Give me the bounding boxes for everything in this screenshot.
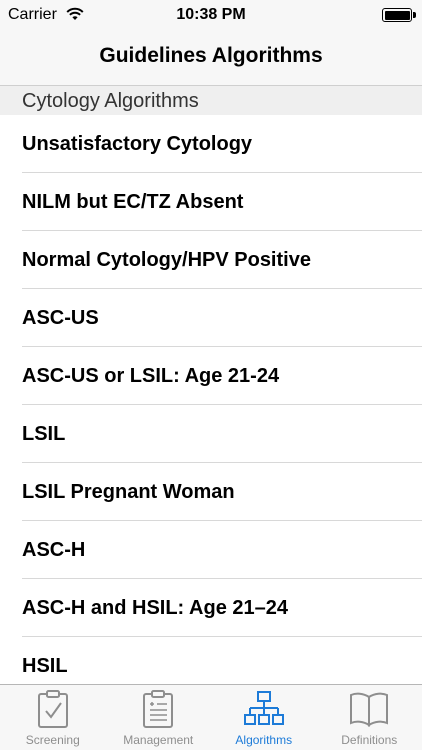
status-bar: Carrier 10:38 PM: [0, 0, 422, 30]
tab-label: Screening: [25, 733, 80, 747]
tab-label: Definitions: [341, 733, 398, 747]
status-time: 10:38 PM: [176, 6, 246, 23]
flowchart-icon: [243, 691, 284, 725]
tab-label: Management: [123, 733, 194, 747]
list-item[interactable]: ASC-H and HSIL: Age 21–24: [0, 579, 422, 637]
battery-icon: [382, 8, 416, 22]
list-item[interactable]: NILM but EC/TZ Absent: [0, 173, 422, 231]
list-item[interactable]: LSIL: [0, 405, 422, 463]
tab-definitions[interactable]: Definitions: [317, 685, 422, 750]
list-item[interactable]: Unsatisfactory Cytology: [0, 115, 422, 173]
list-item[interactable]: Normal Cytology/HPV Positive: [0, 231, 422, 289]
book-icon: [350, 692, 389, 727]
navigation-bar: Guidelines Algorithms: [0, 30, 422, 86]
list-item[interactable]: ASC-US: [0, 289, 422, 347]
algorithm-list[interactable]: Cytology Algorithms Unsatisfactory Cytol…: [0, 86, 422, 684]
list-item[interactable]: ASC-US or LSIL: Age 21-24: [0, 347, 422, 405]
tab-bar: Screening Management Algorithms Definiti…: [0, 684, 422, 750]
list-item[interactable]: ASC-H: [0, 521, 422, 579]
clipboard-check-icon: [37, 690, 68, 728]
tab-label: Algorithms: [235, 733, 293, 747]
section-header: Cytology Algorithms: [0, 86, 422, 115]
tab-algorithms[interactable]: Algorithms: [211, 685, 317, 750]
clipboard-list-icon: [143, 690, 174, 728]
tab-screening[interactable]: Screening: [0, 685, 106, 750]
list-item[interactable]: LSIL Pregnant Woman: [0, 463, 422, 521]
list-item[interactable]: HSIL: [0, 637, 422, 684]
page-title: Guidelines Algorithms: [99, 44, 323, 67]
tab-management[interactable]: Management: [106, 685, 212, 750]
